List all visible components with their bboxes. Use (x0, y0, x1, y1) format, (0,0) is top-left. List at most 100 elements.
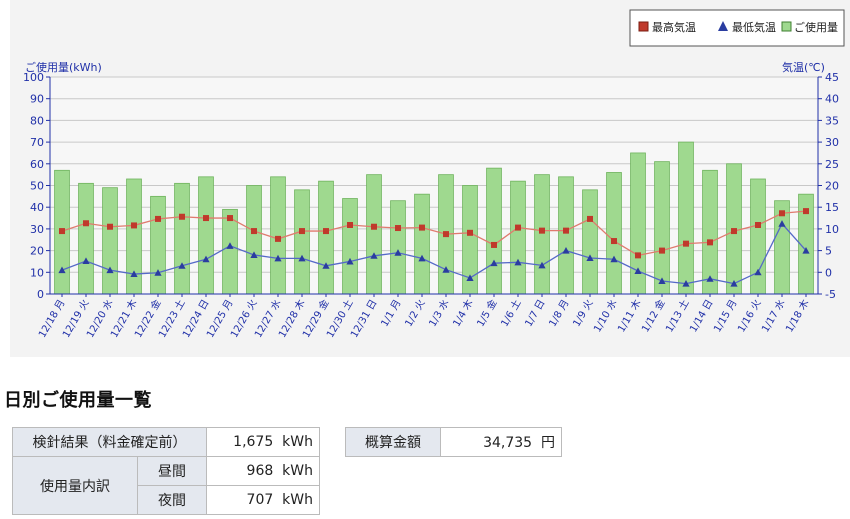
daytime-value-unit: kWh (282, 463, 313, 479)
max-temp-point (107, 223, 113, 230)
usage-bar (246, 185, 262, 295)
max-temp-point (443, 231, 449, 238)
max-temp-point (203, 215, 209, 222)
usage-bar (486, 167, 502, 295)
usage-bar (390, 200, 406, 295)
y-left-tick-label: 30 (30, 223, 44, 236)
max-temp-point (251, 228, 257, 235)
estimate-currency: 円 (541, 435, 555, 451)
max-temp-point (323, 228, 329, 235)
max-temp-point (467, 229, 473, 236)
max-temp-point (635, 252, 641, 259)
usage-bar (606, 172, 622, 295)
usage-bar (582, 189, 598, 295)
usage-bar (414, 193, 430, 295)
legend-usage-marker (781, 21, 792, 32)
usage-bar (102, 187, 118, 295)
y-left-tick-label: 70 (30, 136, 44, 149)
usage-bar (198, 176, 214, 295)
max-temp-point (347, 221, 353, 228)
x-tick-label: 1/9 火 (571, 298, 596, 329)
y-right-tick-label: 40 (825, 93, 839, 106)
legend-min-temp-label: 最低気温 (732, 20, 776, 34)
usage-bar (78, 182, 94, 295)
y-right-tick-label: 30 (825, 136, 839, 149)
max-temp-point (131, 222, 137, 229)
daytime-row: 使用量内訳 昼間 968 kWh (12, 456, 320, 515)
max-temp-point (179, 213, 185, 220)
x-tick-label: 1/7 日 (523, 298, 547, 329)
usage-bar (534, 174, 550, 295)
usage-bar (654, 161, 670, 295)
max-temp-point (491, 241, 497, 248)
max-temp-point (659, 247, 665, 254)
max-temp-point (563, 227, 569, 234)
nighttime-value-unit: kWh (282, 492, 313, 508)
max-temp-point (683, 240, 689, 247)
usage-bar (510, 180, 526, 295)
max-temp-point (275, 235, 281, 242)
legend-usage-label: ご使用量 (794, 20, 838, 34)
y-left-tick-label: 40 (30, 201, 44, 214)
x-tick-label: 1/2 火 (403, 298, 428, 329)
y-right-axis-label: 気温(℃) (782, 60, 825, 74)
meter-result-row: 検針結果（料金確定前） 1,675 kWh (12, 427, 320, 457)
max-temp-point (59, 228, 65, 235)
chart-panel: 最高気温 最低気温 ご使用量 ご使用量(kWh) 気温(℃) 0 10 20 30 40… (10, 0, 850, 357)
max-temp-point (731, 228, 737, 235)
y-right-tick-label: 5 (825, 245, 832, 258)
x-tick-label: 1/1 月 (379, 298, 404, 329)
section-title: 日別ご使用量一覧 (4, 390, 152, 411)
legend-max-temp-marker (638, 21, 649, 32)
daytime-value-number: 968 (246, 463, 274, 479)
legend-max-temp-label: 最高気温 (652, 20, 696, 34)
usage-bar (174, 182, 190, 295)
x-tick-label: 1/4 木 (451, 298, 476, 329)
y-right-tick-label: 15 (825, 201, 839, 214)
usage-bar (222, 208, 238, 295)
x-tick-label: 1/18 木 (783, 298, 811, 335)
y-right-tick-label: 25 (825, 158, 839, 171)
max-temp-point (539, 227, 545, 234)
max-temp-point (803, 208, 809, 215)
estimate-table: 概算金額 34,735 円 (345, 427, 562, 457)
meter-result-value: 1,675 kWh (206, 427, 320, 457)
meter-result-label: 検針結果（料金確定前） (12, 427, 207, 457)
meter-value-unit: kWh (282, 434, 313, 450)
y-left-tick-label: 90 (30, 93, 44, 106)
usage-bar (270, 176, 286, 295)
max-temp-point (155, 215, 161, 222)
usage-bar (318, 180, 334, 295)
estimate-row: 概算金額 34,735 円 (345, 427, 562, 457)
chart-legend: 最高気温 最低気温 ご使用量 (629, 9, 845, 47)
estimate-label: 概算金額 (345, 427, 441, 457)
max-temp-point (779, 210, 785, 217)
y-right-tick-label: 0 (825, 266, 832, 279)
y-left-tick-label: 50 (30, 180, 44, 193)
usage-bar (678, 141, 694, 295)
estimate-value: 34,735 円 (440, 427, 562, 457)
x-tick-label: 1/3 水 (427, 298, 452, 329)
usage-bar (558, 176, 574, 295)
y-left-tick-label: 10 (30, 266, 44, 279)
max-temp-point (83, 220, 89, 227)
usage-bar (342, 198, 358, 295)
usage-temperature-chart: 最高気温 最低気温 ご使用量 ご使用量(kWh) 気温(℃) 010203040… (23, 9, 845, 340)
y-left-tick-label: 0 (37, 288, 44, 301)
estimate-amount: 34,735 (483, 435, 533, 451)
daytime-value: 968 kWh (206, 456, 320, 486)
y-right-tick-label: 45 (825, 71, 839, 84)
nighttime-value-number: 707 (246, 492, 274, 508)
y-right-tick-label: -5 (825, 288, 836, 301)
meter-value-number: 1,675 (233, 434, 274, 450)
max-temp-point (395, 225, 401, 232)
x-tick-label: 1/8 月 (547, 298, 572, 329)
nighttime-label: 夜間 (137, 485, 207, 515)
usage-bar (150, 195, 166, 295)
max-temp-point (419, 224, 425, 231)
y-right-tick-label: 10 (825, 223, 839, 236)
usage-breakdown-label: 使用量内訳 (12, 456, 138, 515)
y-right-tick-label: 35 (825, 114, 839, 127)
nighttime-value: 707 kWh (206, 485, 320, 515)
x-tick-label: 1/5 金 (474, 297, 500, 329)
